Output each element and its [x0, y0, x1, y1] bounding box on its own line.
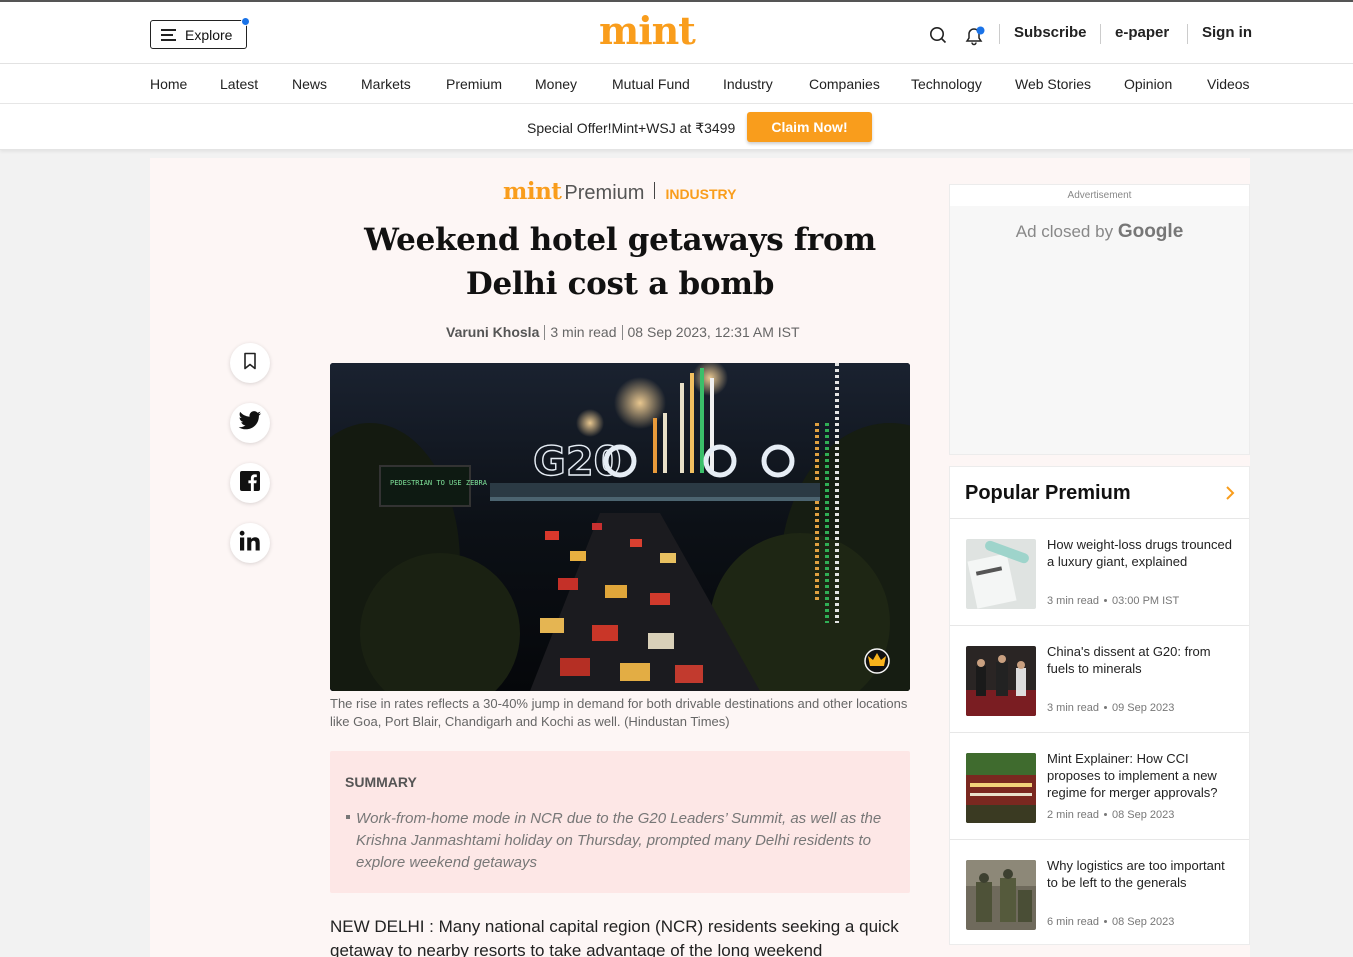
menu-icon	[161, 29, 176, 41]
popular-header[interactable]: Popular Premium	[950, 467, 1249, 519]
popular-thumbnail	[966, 753, 1036, 823]
main-nav: Home Latest News Markets Premium Money M…	[0, 64, 1353, 104]
linkedin-icon	[239, 530, 261, 557]
article-container: mint Premium INDUSTRY Weekend hotel geta…	[150, 158, 1250, 957]
nav-item-money[interactable]: Money	[535, 76, 577, 92]
explore-button[interactable]: Explore	[150, 17, 250, 49]
signin-link[interactable]: Sign in	[1202, 24, 1252, 41]
ad-closed-message: Ad closed by Google	[1015, 221, 1184, 242]
kicker-divider	[654, 182, 656, 199]
nav-item-industry[interactable]: Industry	[723, 76, 773, 92]
premium-label: Premium	[564, 182, 645, 204]
svg-text:PEDESTRIAN TO USE ZEBRA: PEDESTRIAN TO USE ZEBRA	[390, 479, 488, 487]
popular-item-title: China's dissent at G20: from fuels to mi…	[1047, 644, 1211, 676]
summary-box: SUMMARY Work-from-home mode in NCR due t…	[330, 751, 910, 893]
author-name[interactable]: Varuni Khosla	[446, 324, 539, 340]
chevron-right-icon[interactable]	[1225, 485, 1235, 506]
site-header: Explore mint Subscribe e-paper Sign in	[0, 0, 1353, 64]
bookmark-icon	[242, 352, 258, 375]
popular-item-title: Why logistics are too important to be le…	[1047, 858, 1225, 890]
popular-item-title: How weight-loss drugs trounced a luxury …	[1047, 537, 1232, 569]
google-logo: Google	[1117, 221, 1184, 242]
nav-item-premium[interactable]: Premium	[446, 76, 502, 92]
nav-item-markets[interactable]: Markets	[361, 76, 411, 92]
linkedin-share-button[interactable]	[230, 523, 270, 563]
popular-thumbnail	[966, 646, 1036, 716]
popular-item-meta: 2 min read 08 Sep 2023	[1047, 809, 1175, 821]
popular-premium-widget: Popular Premium How weight-loss drugs tr…	[949, 466, 1250, 945]
header-divider	[1100, 24, 1101, 44]
mint-premium-logo: mint	[503, 178, 562, 205]
popular-item-title: Mint Explainer: How CCI proposes to impl…	[1047, 751, 1218, 800]
popular-item[interactable]: China's dissent at G20: from fuels to mi…	[950, 626, 1249, 733]
byline: Varuni Khosla 3 min read 08 Sep 2023, 12:3…	[446, 324, 800, 340]
nav-item-news[interactable]: News	[292, 76, 327, 92]
offer-text: Special Offer!Mint+WSJ at ₹3499	[527, 120, 736, 136]
article-hero-image[interactable]: G20 PEDESTRIAN TO USE ZEBRA	[330, 363, 910, 691]
nav-item-latest[interactable]: Latest	[220, 76, 258, 92]
facebook-icon	[240, 470, 260, 496]
nav-item-videos[interactable]: Videos	[1207, 76, 1250, 92]
popular-item-meta: 3 min read 09 Sep 2023	[1047, 702, 1175, 714]
popular-item[interactable]: How weight-loss drugs trounced a luxury …	[950, 519, 1249, 626]
subscribe-link[interactable]: Subscribe	[1014, 24, 1087, 41]
ad-label: Advertisement	[950, 185, 1249, 206]
popular-item[interactable]: Why logistics are too important to be le…	[950, 840, 1249, 947]
bell-icon[interactable]	[964, 26, 986, 51]
popular-thumbnail	[966, 860, 1036, 930]
epaper-link[interactable]: e-paper	[1115, 24, 1169, 41]
article-title: Weekend hotel getaways from Delhi cost a…	[364, 222, 876, 302]
twitter-icon	[238, 410, 262, 436]
premium-crown-icon	[864, 648, 890, 674]
summary-bullet	[346, 815, 350, 819]
publish-date: 08 Sep 2023, 12:31 AM IST	[627, 324, 800, 340]
notification-dot	[241, 17, 250, 26]
nav-item-technology[interactable]: Technology	[911, 76, 982, 92]
article-kicker: mint Premium INDUSTRY	[503, 178, 736, 205]
advertisement-slot: Advertisement Ad closed by Google	[949, 184, 1250, 455]
popular-item-meta: 3 min read 03:00 PM IST	[1047, 595, 1180, 607]
nav-item-mutual-fund[interactable]: Mutual Fund	[612, 76, 690, 92]
popular-thumbnail	[966, 539, 1036, 609]
read-time: 3 min read	[550, 324, 617, 340]
claim-now-button[interactable]: Claim Now!	[747, 112, 872, 142]
mint-logo[interactable]: mint	[599, 8, 696, 53]
offer-bar: Special Offer!Mint+WSJ at ₹3499 Claim No…	[0, 104, 1353, 150]
nav-item-web-stories[interactable]: Web Stories	[1015, 76, 1091, 92]
header-divider	[1187, 24, 1188, 44]
popular-item-meta: 6 min read 08 Sep 2023	[1047, 916, 1175, 928]
nav-item-opinion[interactable]: Opinion	[1124, 76, 1172, 92]
bookmark-button[interactable]	[230, 343, 270, 383]
nav-item-home[interactable]: Home	[150, 76, 187, 92]
section-link[interactable]: INDUSTRY	[665, 186, 736, 202]
twitter-share-button[interactable]	[230, 403, 270, 443]
header-divider	[999, 24, 1000, 44]
popular-item[interactable]: Mint Explainer: How CCI proposes to impl…	[950, 733, 1249, 840]
summary-heading: SUMMARY	[345, 774, 417, 790]
image-caption: The rise in rates reflects a 30-40% jump…	[330, 696, 908, 729]
article-body: NEW DELHI : Many national capital region…	[330, 917, 899, 957]
popular-heading: Popular Premium	[965, 482, 1131, 504]
search-icon[interactable]	[929, 26, 947, 49]
nav-item-companies[interactable]: Companies	[809, 76, 880, 92]
facebook-share-button[interactable]	[230, 463, 270, 503]
explore-label: Explore	[185, 26, 233, 43]
summary-text: Work-from-home mode in NCR due to the G2…	[356, 810, 882, 871]
